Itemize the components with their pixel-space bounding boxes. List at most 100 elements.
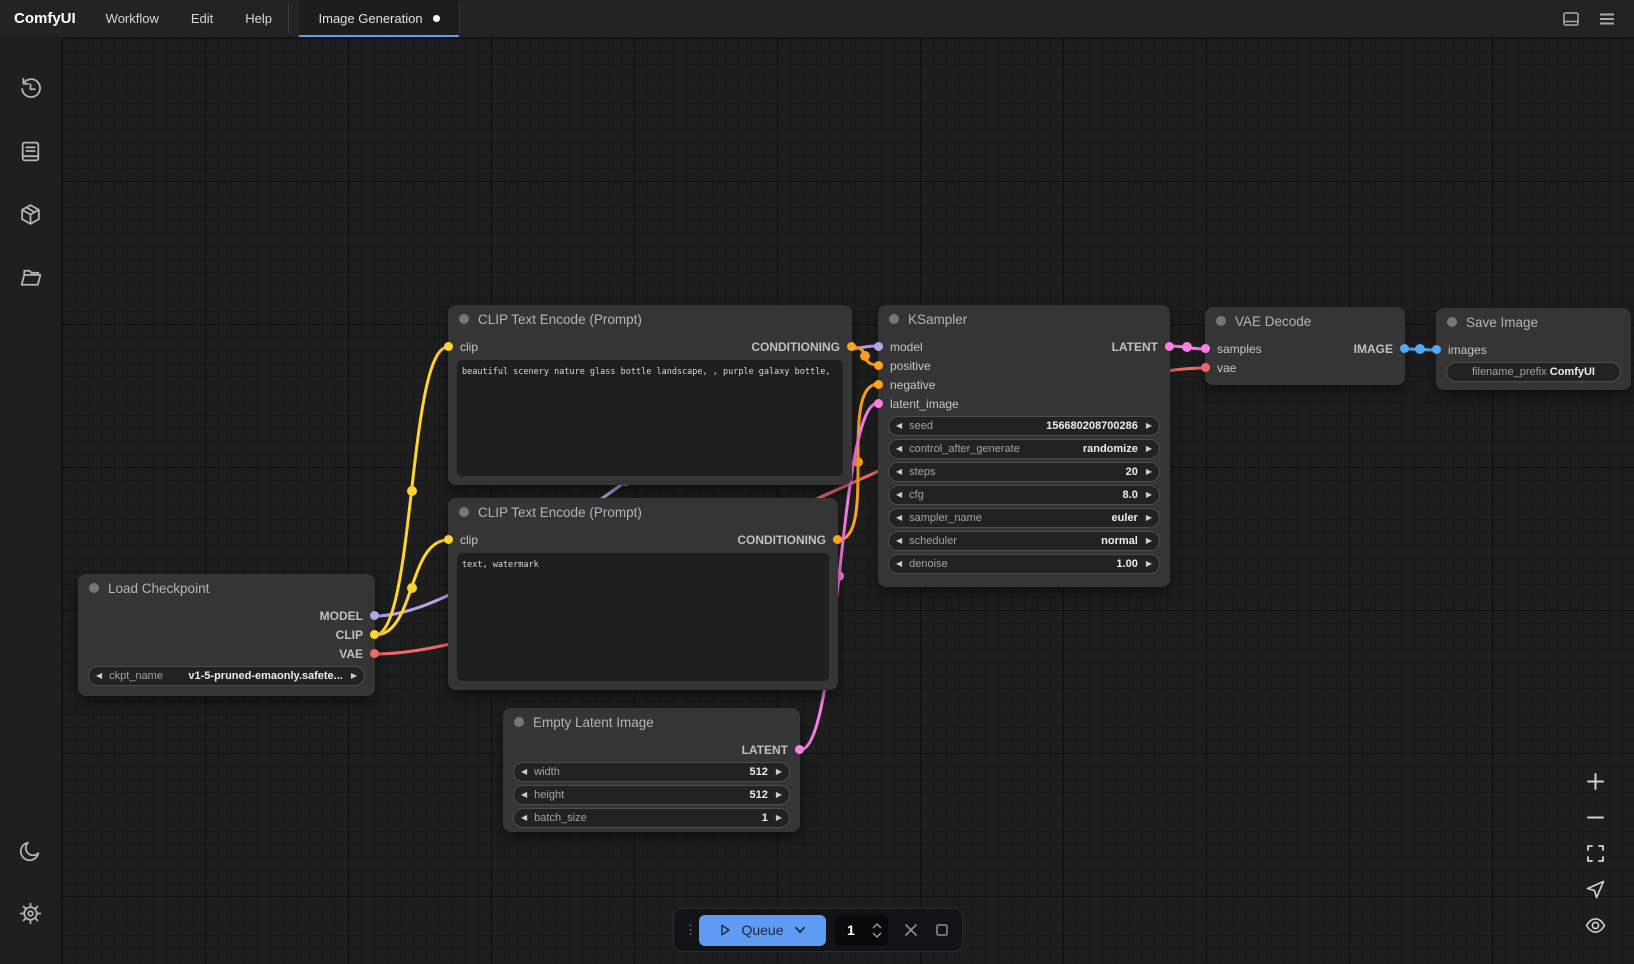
output-port-conditioning[interactable] bbox=[847, 342, 856, 351]
node-status-dot[interactable] bbox=[459, 314, 469, 324]
input-port-positive[interactable] bbox=[874, 361, 883, 370]
spinner-down-icon[interactable] bbox=[872, 932, 882, 938]
node-status-dot[interactable] bbox=[1447, 317, 1457, 327]
negative-prompt-textarea[interactable]: text, watermark bbox=[457, 553, 829, 681]
increment-arrow-icon[interactable] bbox=[776, 791, 782, 799]
batch-count-input[interactable]: 1 bbox=[835, 915, 888, 946]
node-title-bar[interactable]: Save Image bbox=[1436, 308, 1631, 336]
widget-batch-size[interactable]: batch_size 1 bbox=[513, 808, 790, 828]
node-status-dot[interactable] bbox=[514, 717, 524, 727]
increment-arrow-icon[interactable] bbox=[351, 672, 357, 680]
output-port-image[interactable] bbox=[1400, 344, 1409, 353]
decrement-arrow-icon[interactable] bbox=[521, 791, 527, 799]
widget-ckpt-name[interactable]: ckpt_name v1-5-pruned-emaonly.safete... bbox=[88, 666, 365, 686]
node-save-image[interactable]: Save Image images filename_prefix ComfyU… bbox=[1436, 308, 1631, 390]
node-graph-canvas[interactable]: Load Checkpoint MODEL CLIP VAE ckpt_name… bbox=[62, 38, 1634, 964]
increment-arrow-icon[interactable] bbox=[1146, 560, 1152, 568]
zoom-in-icon[interactable] bbox=[1585, 771, 1606, 792]
model-library-icon[interactable] bbox=[18, 202, 43, 227]
hamburger-menu-icon[interactable] bbox=[1598, 10, 1616, 28]
queue-button[interactable]: Queue bbox=[699, 915, 826, 946]
node-status-dot[interactable] bbox=[1216, 316, 1226, 326]
input-port-images[interactable] bbox=[1432, 345, 1441, 354]
settings-gear-icon[interactable] bbox=[18, 901, 43, 926]
zoom-out-icon[interactable] bbox=[1585, 807, 1606, 828]
widget-scheduler[interactable]: scheduler normal bbox=[888, 531, 1160, 551]
select-mode-cursor-icon[interactable] bbox=[1585, 879, 1606, 900]
input-port-model[interactable] bbox=[874, 342, 883, 351]
decrement-arrow-icon[interactable] bbox=[896, 445, 902, 453]
input-port-vae[interactable] bbox=[1201, 363, 1210, 372]
node-title-bar[interactable]: KSampler bbox=[878, 305, 1170, 333]
increment-arrow-icon[interactable] bbox=[1146, 491, 1152, 499]
widget-sampler-name[interactable]: sampler_name euler bbox=[888, 508, 1160, 528]
node-status-dot[interactable] bbox=[889, 314, 899, 324]
node-title-bar[interactable]: CLIP Text Encode (Prompt) bbox=[448, 305, 852, 333]
increment-arrow-icon[interactable] bbox=[1146, 514, 1152, 522]
increment-arrow-icon[interactable] bbox=[1146, 468, 1152, 476]
increment-arrow-icon[interactable] bbox=[1146, 445, 1152, 453]
stop-icon[interactable] bbox=[934, 922, 950, 938]
decrement-arrow-icon[interactable] bbox=[896, 537, 902, 545]
workflow-history-icon[interactable] bbox=[18, 76, 43, 101]
node-ksampler[interactable]: KSampler model LATENT positive negative … bbox=[878, 305, 1170, 587]
output-port-conditioning[interactable] bbox=[833, 535, 842, 544]
node-title-bar[interactable]: Load Checkpoint bbox=[78, 574, 375, 602]
bottom-panel-toggle-icon[interactable] bbox=[1562, 10, 1580, 28]
decrement-arrow-icon[interactable] bbox=[896, 468, 902, 476]
node-vae-decode[interactable]: VAE Decode samples IMAGE vae bbox=[1205, 307, 1405, 385]
decrement-arrow-icon[interactable] bbox=[896, 491, 902, 499]
decrement-arrow-icon[interactable] bbox=[521, 768, 527, 776]
output-port-vae[interactable] bbox=[370, 649, 379, 658]
node-title-bar[interactable]: VAE Decode bbox=[1205, 307, 1405, 335]
positive-prompt-textarea[interactable]: beautiful scenery nature glass bottle la… bbox=[457, 360, 843, 476]
input-port-negative[interactable] bbox=[874, 380, 883, 389]
node-title-bar[interactable]: Empty Latent Image bbox=[503, 708, 800, 736]
widget-steps[interactable]: steps 20 bbox=[888, 462, 1160, 482]
clear-queue-icon[interactable] bbox=[903, 922, 919, 938]
theme-toggle-moon-icon[interactable] bbox=[18, 838, 43, 863]
widget-seed[interactable]: seed 156680208700286 bbox=[888, 416, 1160, 436]
node-library-icon[interactable] bbox=[18, 139, 43, 164]
tab-image-generation[interactable]: Image Generation bbox=[299, 0, 459, 37]
input-port-samples[interactable] bbox=[1201, 344, 1210, 353]
decrement-arrow-icon[interactable] bbox=[96, 672, 102, 680]
node-load-checkpoint[interactable]: Load Checkpoint MODEL CLIP VAE ckpt_name… bbox=[78, 574, 375, 696]
toggle-link-visibility-eye-icon[interactable] bbox=[1585, 915, 1606, 936]
menu-help[interactable]: Help bbox=[229, 0, 288, 37]
increment-arrow-icon[interactable] bbox=[1146, 422, 1152, 430]
widget-control-after-generate[interactable]: control_after_generate randomize bbox=[888, 439, 1160, 459]
menu-edit[interactable]: Edit bbox=[175, 0, 229, 37]
node-empty-latent-image[interactable]: Empty Latent Image LATENT width 512 heig… bbox=[503, 708, 800, 832]
drag-handle-icon[interactable]: ⋮ bbox=[684, 928, 690, 932]
spinner-up-icon[interactable] bbox=[872, 923, 882, 929]
node-title-bar[interactable]: CLIP Text Encode (Prompt) bbox=[448, 498, 838, 526]
workflows-folder-icon[interactable] bbox=[18, 265, 43, 290]
widget-width[interactable]: width 512 bbox=[513, 762, 790, 782]
node-clip-text-encode-positive[interactable]: CLIP Text Encode (Prompt) clip CONDITION… bbox=[448, 305, 852, 485]
widget-cfg[interactable]: cfg 8.0 bbox=[888, 485, 1160, 505]
increment-arrow-icon[interactable] bbox=[1146, 537, 1152, 545]
node-status-dot[interactable] bbox=[89, 583, 99, 593]
output-port-latent[interactable] bbox=[1165, 342, 1174, 351]
widget-filename-prefix[interactable]: filename_prefix ComfyUI bbox=[1446, 362, 1621, 382]
input-port-latent-image[interactable] bbox=[874, 399, 883, 408]
chevron-down-icon[interactable] bbox=[793, 923, 807, 937]
widget-height[interactable]: height 512 bbox=[513, 785, 790, 805]
decrement-arrow-icon[interactable] bbox=[896, 514, 902, 522]
decrement-arrow-icon[interactable] bbox=[521, 814, 527, 822]
fit-view-icon[interactable] bbox=[1585, 843, 1606, 864]
input-port-clip[interactable] bbox=[444, 342, 453, 351]
decrement-arrow-icon[interactable] bbox=[896, 422, 902, 430]
increment-arrow-icon[interactable] bbox=[776, 814, 782, 822]
output-port-model[interactable] bbox=[370, 611, 379, 620]
input-port-clip[interactable] bbox=[444, 535, 453, 544]
output-port-clip[interactable] bbox=[370, 630, 379, 639]
decrement-arrow-icon[interactable] bbox=[896, 560, 902, 568]
node-clip-text-encode-negative[interactable]: CLIP Text Encode (Prompt) clip CONDITION… bbox=[448, 498, 838, 690]
menu-workflow[interactable]: Workflow bbox=[90, 0, 175, 37]
node-status-dot[interactable] bbox=[459, 507, 469, 517]
widget-denoise[interactable]: denoise 1.00 bbox=[888, 554, 1160, 574]
increment-arrow-icon[interactable] bbox=[776, 768, 782, 776]
output-port-latent[interactable] bbox=[795, 745, 804, 754]
